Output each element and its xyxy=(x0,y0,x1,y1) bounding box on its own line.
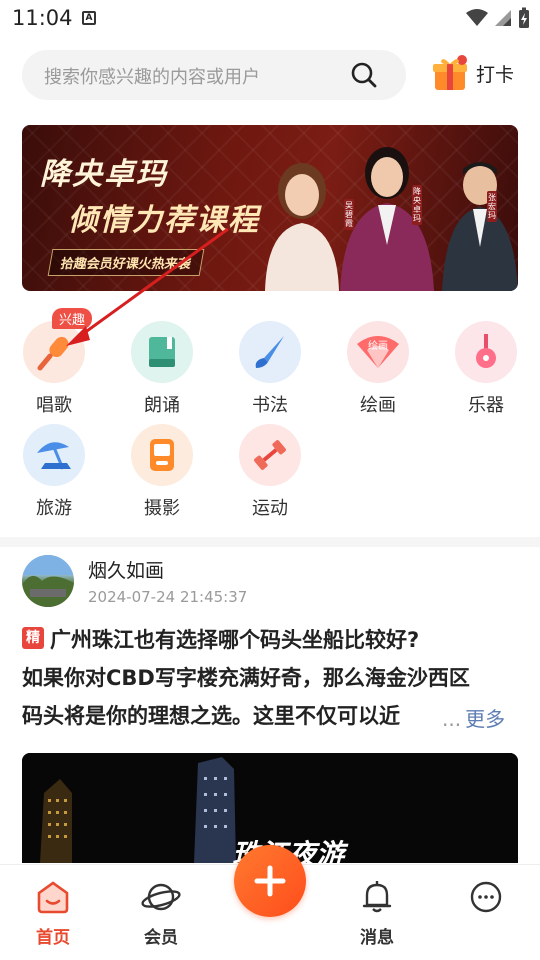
nav-messages-label: 消息 xyxy=(360,928,394,948)
smiley-icon xyxy=(470,881,502,913)
avatar-image xyxy=(22,555,74,607)
featured-badge: 精 xyxy=(22,627,44,649)
post-body-line2[interactable]: 码头将是你的理想之选。这里不仅可以近 xyxy=(22,700,400,730)
post-body-line1[interactable]: 如果你对CBD写字楼充满好奇，那么海金沙西区 xyxy=(22,662,470,692)
nav-member[interactable]: 会员 xyxy=(121,879,201,948)
nav-member-label: 会员 xyxy=(144,928,178,948)
bell-icon xyxy=(362,881,392,913)
post-more-link[interactable]: ... 更多 xyxy=(442,703,505,732)
planet-icon xyxy=(141,883,181,911)
author-avatar[interactable] xyxy=(22,555,74,607)
nav-home-label: 首页 xyxy=(36,928,70,948)
plus-icon xyxy=(254,865,286,897)
nav-messages[interactable]: 消息 xyxy=(337,879,417,948)
post-timestamp: 2024-07-24 21:45:37 xyxy=(88,588,248,606)
section-divider xyxy=(0,537,540,547)
author-name[interactable]: 烟久如画 xyxy=(88,556,164,583)
more-label: 更多 xyxy=(465,707,506,731)
create-post-button[interactable] xyxy=(234,845,306,917)
home-icon xyxy=(37,881,69,914)
nav-profile[interactable] xyxy=(446,879,526,923)
nav-home[interactable]: 首页 xyxy=(13,879,93,948)
post-title[interactable]: 广州珠江也有选择哪个码头坐船比较好? xyxy=(50,624,419,654)
post-ellipsis: ... xyxy=(442,707,462,731)
